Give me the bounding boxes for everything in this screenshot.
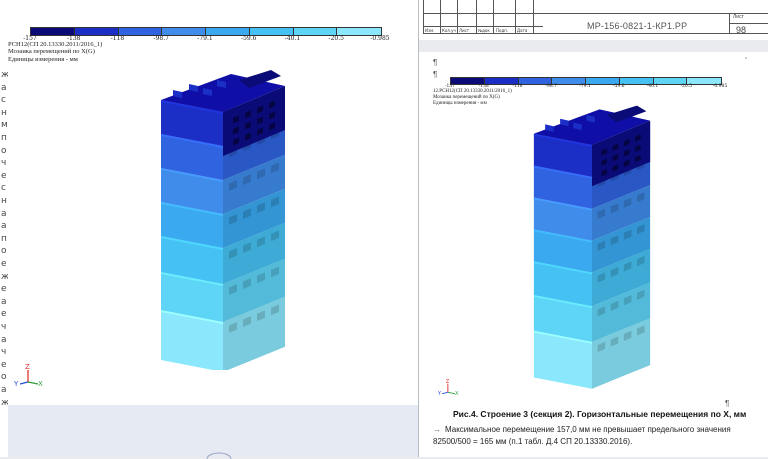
figure-title: Рис.4. Строение 3 (секция 2). Горизонтал… xyxy=(453,409,747,419)
strip-char: н xyxy=(1,196,7,206)
strip-char: с xyxy=(1,95,6,106)
color-scale-cell xyxy=(162,28,206,35)
building-displacement-model-small xyxy=(533,105,651,389)
sheet-number: 98 xyxy=(736,25,747,35)
color-scale-label: -40.1 xyxy=(646,84,659,89)
strip-char: а xyxy=(1,334,7,345)
strip-char: ч xyxy=(1,322,7,332)
strip-char: о xyxy=(1,372,7,383)
axis-z-label-small: Z xyxy=(446,379,450,385)
document-code: МР-156-0821-1-КР1.РР xyxy=(587,21,688,31)
color-scale-label: -20.5 xyxy=(680,84,693,89)
document-page-2[interactable]: ¶ ¶ ▫ -157 -138 -118 -98.7 -79.1 -59.6 -40.1 -2… xyxy=(419,52,768,457)
title-block-cell-label: Кол.уч xyxy=(442,28,456,33)
color-scale-cell xyxy=(118,28,163,35)
strip-char: ч xyxy=(1,158,7,169)
title-block-cell-label: №док xyxy=(478,28,490,33)
figure-caption-small: 12.РСН12(СП 20.13330.2011/2016_1) Мозаик… xyxy=(433,89,512,106)
strip-char: е xyxy=(1,170,7,181)
caption-units: Единицы измерения - мм xyxy=(8,55,78,63)
building-displacement-model xyxy=(161,70,285,370)
title-block-cell-label: Подп. xyxy=(496,28,509,33)
title-block-cell-label: Дата xyxy=(517,28,528,33)
strip-char: е xyxy=(1,259,7,269)
strip-char: ч xyxy=(1,347,7,358)
caption-small-load-combination: 12.РСН12(СП 20.13330.2011/2016_1) xyxy=(433,89,512,94)
paragraph-mark: ¶ xyxy=(433,70,438,79)
color-scale-label: -79.1 xyxy=(197,35,213,42)
strip-char: о xyxy=(1,145,7,156)
color-scale-cell xyxy=(337,28,381,35)
color-scale-cell xyxy=(31,28,75,35)
color-scale-cell xyxy=(206,28,250,35)
caption-small-mosaic-title: Мозаика перемещений по X(G) xyxy=(433,94,500,100)
strip-char: а xyxy=(1,221,7,232)
color-scale-label: -59.6 xyxy=(241,35,257,42)
viewer-logo-icon xyxy=(206,452,232,459)
caption-load-combination: РСН12(СП 20.13330.2011/2016_1) xyxy=(8,41,103,48)
color-scale-cell xyxy=(249,28,294,35)
title-block-cell-label: Изм. xyxy=(425,28,435,33)
strip-char: о xyxy=(1,246,7,257)
strip-char: н xyxy=(1,107,7,118)
color-scale-cell xyxy=(74,28,119,35)
strip-char: а xyxy=(1,296,7,307)
caption-small-units: Единицы измерения - мм xyxy=(433,100,487,106)
color-scale-label: -0.985 xyxy=(370,35,390,42)
axis-triad-icon: Z X Y xyxy=(14,363,43,388)
page-corner-mark: ▫ xyxy=(744,56,747,62)
image-viewer-toolbar-area xyxy=(8,405,418,459)
strip-char: а xyxy=(1,385,7,395)
color-scale-label: -118 xyxy=(512,84,523,89)
strip-char: е xyxy=(1,284,7,295)
title-block-cell-label: Лист xyxy=(459,28,470,33)
figure-caption: РСН12(СП 20.13330.2011/2016_1) Мозаика п… xyxy=(8,41,102,63)
axis-y-label: Y xyxy=(14,380,19,388)
image-viewer-window: -157 -138 -118 -98.7 -79.1 -59.6 -40.1 -20.5 -0.… xyxy=(8,0,418,405)
strip-char: а xyxy=(1,82,7,93)
axis-triad-icon-small: Z X Y xyxy=(437,379,459,397)
color-scale-label: -0.985 xyxy=(712,84,728,89)
color-scale-cell xyxy=(293,28,338,35)
page-break-gap xyxy=(419,40,768,52)
sheet-label: Лист xyxy=(733,14,744,20)
title-block-table: Изм. Кол.уч Лист №док Подп. Дата xyxy=(423,0,768,40)
color-scale-label: -98.7 xyxy=(545,84,558,89)
strip-char: п xyxy=(1,133,7,143)
color-scale-label: -59.6 xyxy=(612,84,625,89)
axis-x-label: X xyxy=(38,380,43,388)
axis-y-label-small: Y xyxy=(437,391,442,397)
color-scale-label: -118 xyxy=(110,35,125,42)
color-scale-label: -79.1 xyxy=(579,84,591,89)
paragraph-mark: ¶ xyxy=(725,399,730,408)
strip-char: а xyxy=(1,208,7,219)
color-scale-label: -40.1 xyxy=(284,35,301,42)
axis-z-label: Z xyxy=(25,363,30,371)
paragraph-mark: ¶ xyxy=(433,58,438,67)
caption-mosaic-title: Мозаика перемещений по X(G) xyxy=(8,48,95,56)
body-paragraph[interactable]: → Максимальное перемещение 157,0 мм не пр… xyxy=(433,424,743,448)
strip-char: м xyxy=(1,120,8,131)
strip-char: е xyxy=(1,359,7,370)
strip-char: п xyxy=(1,233,7,244)
color-scale-label: -98.7 xyxy=(153,35,169,42)
body-paragraph-text: Максимальное перемещение 157,0 мм не пре… xyxy=(433,425,731,446)
word-document-page: Изм. Кол.уч Лист №док Подп. Дата МР-156-0821-… xyxy=(418,0,768,457)
strip-char: е xyxy=(1,309,7,320)
strip-char: с xyxy=(1,183,6,194)
tab-arrow-icon: → xyxy=(433,425,441,434)
color-scale-label: -20.5 xyxy=(328,35,344,42)
axis-x-label-small: X xyxy=(455,391,459,397)
